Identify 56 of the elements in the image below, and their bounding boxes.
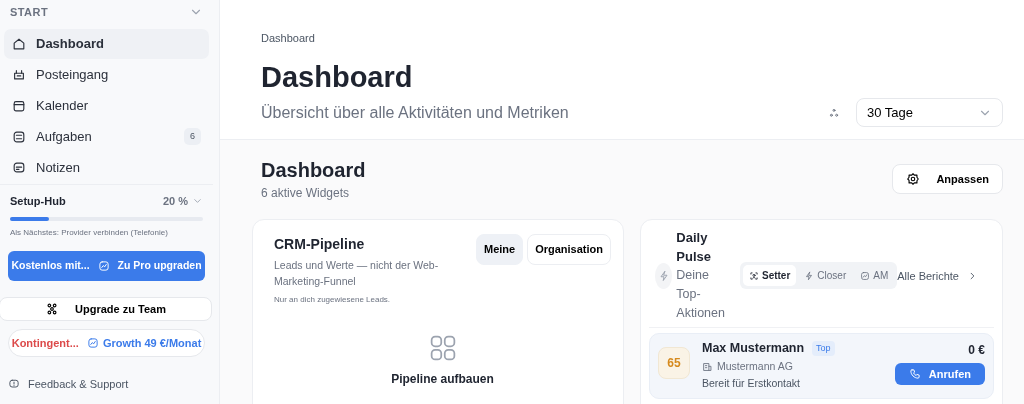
sidebar-item[interactable]: Dashboard [4,28,209,59]
section-title: START [10,5,49,20]
bolt-icon [657,268,670,283]
gear-icon [906,172,921,187]
lead-tag: Top [812,340,835,357]
breadcrumb: Dashboard [261,31,316,46]
widget-count: 6 aktive Widgets [261,185,351,203]
role-tab[interactable]: Setter [742,265,797,287]
note-icon [12,160,26,175]
grid-icon [428,333,457,362]
scope-toggle[interactable]: Meine [475,234,524,265]
customize-button[interactable]: Anpassen [892,164,1003,195]
lead-score: 65 [658,347,690,380]
setup-hub-title: Setup-Hub [10,193,66,209]
lead-status: Bereit für Erstkontakt [702,375,802,391]
lead-name: Max Mustermann [702,340,805,358]
home-icon [12,36,26,51]
setup-percent: 20 % [162,193,188,209]
growth-plan-link[interactable]: Growth 49 €/Monat [86,334,202,352]
role-tab[interactable]: Closer [798,265,853,287]
date-range-select[interactable]: 30 Tage [856,98,1003,128]
role-tab[interactable]: AM [854,265,895,287]
empty-state-title: Pipeline aufbauen [391,370,494,388]
sidebar-item[interactable]: Aufgaben 6 [4,121,209,152]
person-icon [748,270,759,281]
card-title: CRM-Pipeline [274,235,366,255]
phone-icon [908,367,921,382]
page-subtitle: Übersicht über alle Aktivitäten und Metriken [261,102,569,123]
card-title: Daily Pulse [676,229,712,267]
upgrade-pro-button[interactable]: Kostenlos mit... Zu Pro upgraden [8,251,205,281]
lead-row[interactable]: 65 Max Mustermann Top Mustermann AG Bereit für Erstkontakt 0 € Anrufen [649,333,994,400]
count-badge: 6 [184,127,201,146]
calendar-icon [12,98,26,113]
sidebar-item[interactable]: Posteingang [4,59,209,90]
reports-link[interactable]: Alle Berichte [897,267,978,285]
call-button[interactable]: Anrufen [894,363,985,386]
inbox-icon [12,67,26,82]
sidebar-item[interactable]: Kalender [4,90,209,121]
next-step-text: Als Nächstes: Provider verbinden (Telefonie) [10,227,169,239]
card-description: Leads und Werte — nicht der Web-Marketing-Funnel [274,258,440,290]
feedback-link[interactable]: Feedback & Support [8,375,129,392]
chart-icon [86,336,99,350]
upgrade-team-button[interactable]: Upgrade zu Team [0,297,212,321]
quota-warning: Kontingent... [11,335,79,351]
card-note: Nur an dich zugewiesene Leads. [274,293,392,306]
lead-company: Mustermann AG [717,359,793,375]
chart-icon [860,270,871,281]
bolt-icon [804,270,815,281]
card-subtitle: Deine Top-Aktionen [676,267,725,323]
chart-icon [97,259,110,273]
sidebar-item[interactable]: Notizen [4,152,209,183]
checklist-icon [12,129,26,144]
lead-value: 0 € [968,342,985,360]
section-title: Dashboard [261,158,366,183]
scope-toggle[interactable]: Organisation [527,234,611,265]
page-title: Dashboard [261,59,414,95]
